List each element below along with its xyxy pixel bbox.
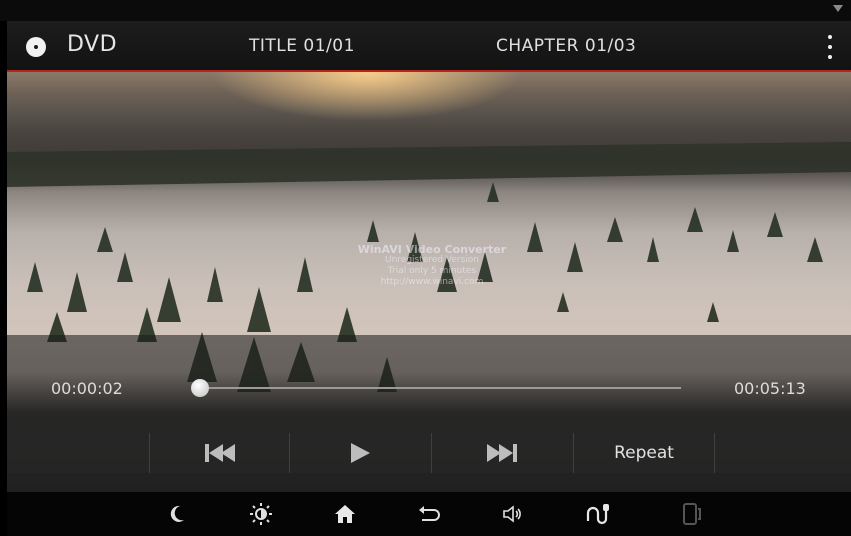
disc-icon: [26, 37, 46, 57]
volume-button[interactable]: [500, 501, 526, 527]
seek-handle[interactable]: [190, 379, 209, 397]
home-button[interactable]: [332, 501, 358, 527]
brightness-icon: [250, 503, 272, 525]
phone-icon: [683, 503, 701, 525]
playback-controls: 00:00:02 00:05:13 Repeat: [7, 335, 851, 492]
video-watermark: WinAVI Video Converter Unregistered Vers…: [347, 244, 517, 288]
wifi-icon: [833, 5, 843, 12]
repeat-label: Repeat: [614, 443, 674, 463]
phone-button[interactable]: [679, 501, 705, 527]
repeat-button[interactable]: Repeat: [573, 433, 715, 473]
chapter-counter: CHAPTER 01/03: [496, 36, 637, 56]
status-strip: [0, 0, 851, 21]
play-icon: [351, 443, 370, 463]
voice-button[interactable]: [584, 501, 610, 527]
total-time: 00:05:13: [734, 379, 806, 398]
watermark-line: WinAVI Video Converter: [357, 243, 507, 256]
watermark-line: Unregistered Version: [384, 255, 479, 265]
watermark-line: Trial only 5 minutes: [387, 266, 477, 276]
brightness-button[interactable]: [248, 501, 274, 527]
elapsed-time: 00:00:02: [51, 379, 123, 398]
previous-button[interactable]: [149, 433, 290, 473]
back-button[interactable]: [415, 501, 441, 527]
back-icon: [419, 506, 440, 521]
next-button[interactable]: [431, 433, 572, 473]
night-mode-button[interactable]: [165, 501, 191, 527]
skip-previous-icon: [205, 444, 235, 462]
source-label: DVD: [67, 32, 118, 57]
watermark-line: http://www.winavi.com: [380, 277, 484, 287]
play-button[interactable]: [289, 433, 430, 473]
transport-bar: Repeat: [7, 433, 851, 473]
system-nav-bar: [7, 492, 851, 536]
seek-bar[interactable]: [190, 379, 681, 397]
voice-icon: [586, 504, 609, 525]
title-counter: TITLE 01/01: [249, 36, 355, 56]
more-vertical-icon[interactable]: [825, 33, 835, 61]
night-mode-icon: [170, 505, 184, 522]
home-icon: [335, 505, 355, 523]
volume-icon: [503, 505, 521, 523]
skip-next-icon: [487, 444, 517, 462]
top-bar: DVD TITLE 01/01 CHAPTER 01/03: [7, 21, 851, 72]
